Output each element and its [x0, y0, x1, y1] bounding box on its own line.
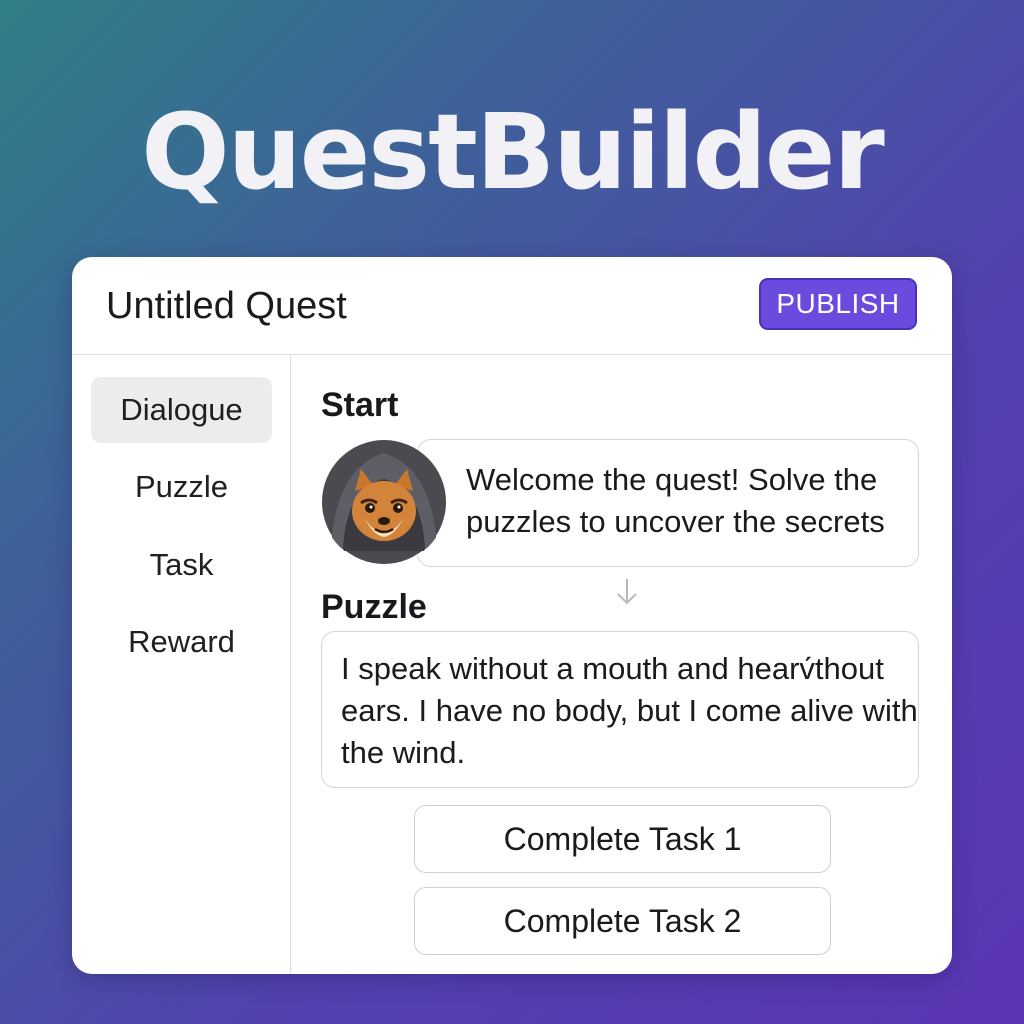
publish-button[interactable]: PUBLISH [759, 278, 917, 330]
arrow-down-icon [617, 579, 637, 605]
start-label: Start [321, 386, 399, 424]
dialogue-bubble[interactable]: Welcome the quest! Solve the puzzles to … [417, 439, 919, 567]
sidebar-item-reward[interactable]: Reward [91, 609, 272, 675]
editor-header: Untitled Quest PUBLISH [72, 257, 952, 355]
sidebar-item-dialogue[interactable]: Dialogue [91, 377, 272, 443]
hooded-fox-avatar-icon [322, 440, 446, 564]
complete-task-2-button[interactable]: Complete Task 2 [414, 887, 831, 955]
hooded-fox-avatar [321, 439, 447, 565]
quest-canvas: Start Welcome the quest! Solve the puzzl… [291, 355, 952, 974]
quest-editor-window: Untitled Quest PUBLISH Dialogue Puzzle T… [72, 257, 952, 974]
sidebar-item-puzzle[interactable]: Puzzle [91, 454, 272, 520]
puzzle-node[interactable]: I speak without a mouth and hearv́thout … [321, 631, 919, 788]
sidebar-item-task[interactable]: Task [91, 532, 272, 598]
node-type-sidebar: Dialogue Puzzle Task Reward [72, 355, 291, 974]
puzzle-text: I speak without a mouth and hearv́thout … [341, 651, 918, 770]
quest-title[interactable]: Untitled Quest [106, 283, 347, 329]
dialogue-text: Welcome the quest! Solve the puzzles to … [466, 462, 885, 539]
complete-task-1-button[interactable]: Complete Task 1 [414, 805, 831, 873]
app-title: QuestBuilder [141, 91, 884, 213]
puzzle-label: Puzzle [321, 588, 427, 626]
